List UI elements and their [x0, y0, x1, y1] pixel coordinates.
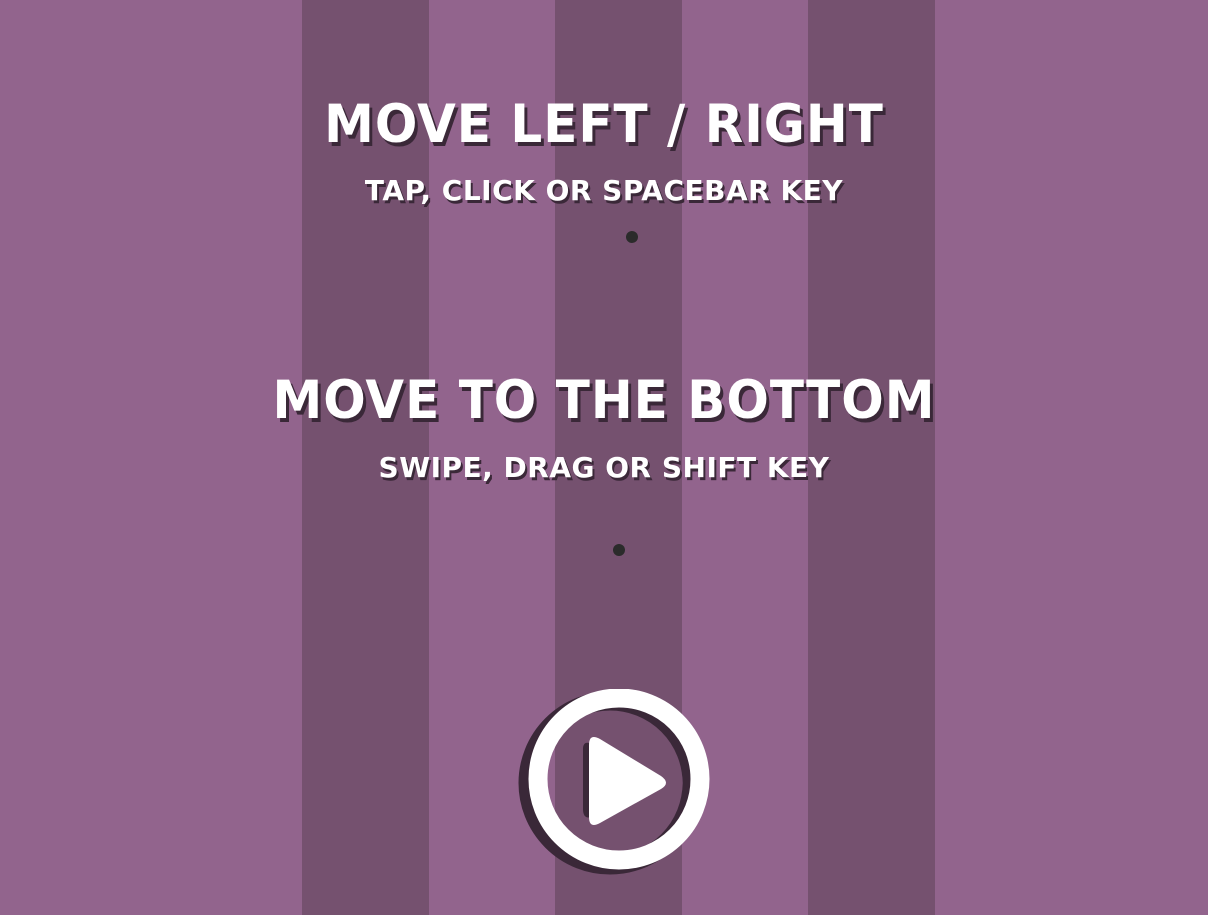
play-button[interactable]	[516, 688, 710, 875]
ball-icon	[613, 544, 625, 556]
instruction-subtitle-tap-click: TAP, CLICK OR SPACEBAR KEY	[364, 174, 844, 207]
instruction-title-move-bottom: MOVE TO THE BOTTOM	[272, 369, 936, 431]
ball-icon	[626, 231, 638, 243]
instruction-title-move-left-right: MOVE LEFT / RIGHT	[324, 93, 884, 155]
instruction-subtitle-swipe-drag: SWIPE, DRAG OR SHIFT KEY	[378, 451, 830, 484]
play-icon	[518, 688, 710, 875]
